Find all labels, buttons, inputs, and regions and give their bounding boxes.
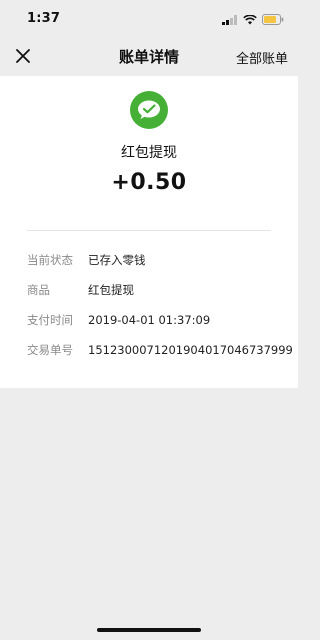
detail-value: 2019-04-01 01:37:09: [88, 313, 211, 327]
transaction-amount: +0.50: [111, 170, 187, 195]
cellular-signal-icon: [222, 14, 237, 25]
all-bills-link[interactable]: 全部账单: [236, 48, 288, 67]
detail-row-transaction-id: 交易单号 1512300071201904017046737999: [27, 341, 293, 359]
detail-label: 交易单号: [27, 343, 73, 357]
detail-label: 商品: [27, 283, 50, 297]
detail-row-product: 商品 红包提现: [27, 281, 288, 299]
wifi-icon: [243, 14, 257, 24]
detail-label: 当前状态: [27, 253, 73, 267]
divider: [27, 230, 271, 231]
home-indicator[interactable]: [97, 628, 201, 632]
bill-detail-card: 红包提现 +0.50 当前状态 已存入零钱 商品 红包提现 支付时间 2019-…: [0, 76, 298, 388]
detail-value: 1512300071201904017046737999: [88, 343, 293, 357]
detail-value: 已存入零钱: [88, 253, 146, 267]
merchant-logo: [130, 91, 168, 129]
nav-bar: 账单详情 全部账单: [0, 36, 298, 76]
status-bar: 1:37: [0, 0, 298, 36]
wechat-pay-icon: [138, 100, 160, 119]
merchant-name: 红包提现: [121, 145, 177, 161]
battery-icon: [262, 14, 284, 25]
status-time: 1:37: [27, 11, 61, 26]
detail-value: 红包提现: [88, 283, 134, 297]
detail-row-payment-time: 支付时间 2019-04-01 01:37:09: [27, 311, 288, 329]
detail-label: 支付时间: [27, 313, 73, 327]
detail-row-status: 当前状态 已存入零钱: [27, 251, 288, 269]
status-icons: [222, 14, 284, 25]
